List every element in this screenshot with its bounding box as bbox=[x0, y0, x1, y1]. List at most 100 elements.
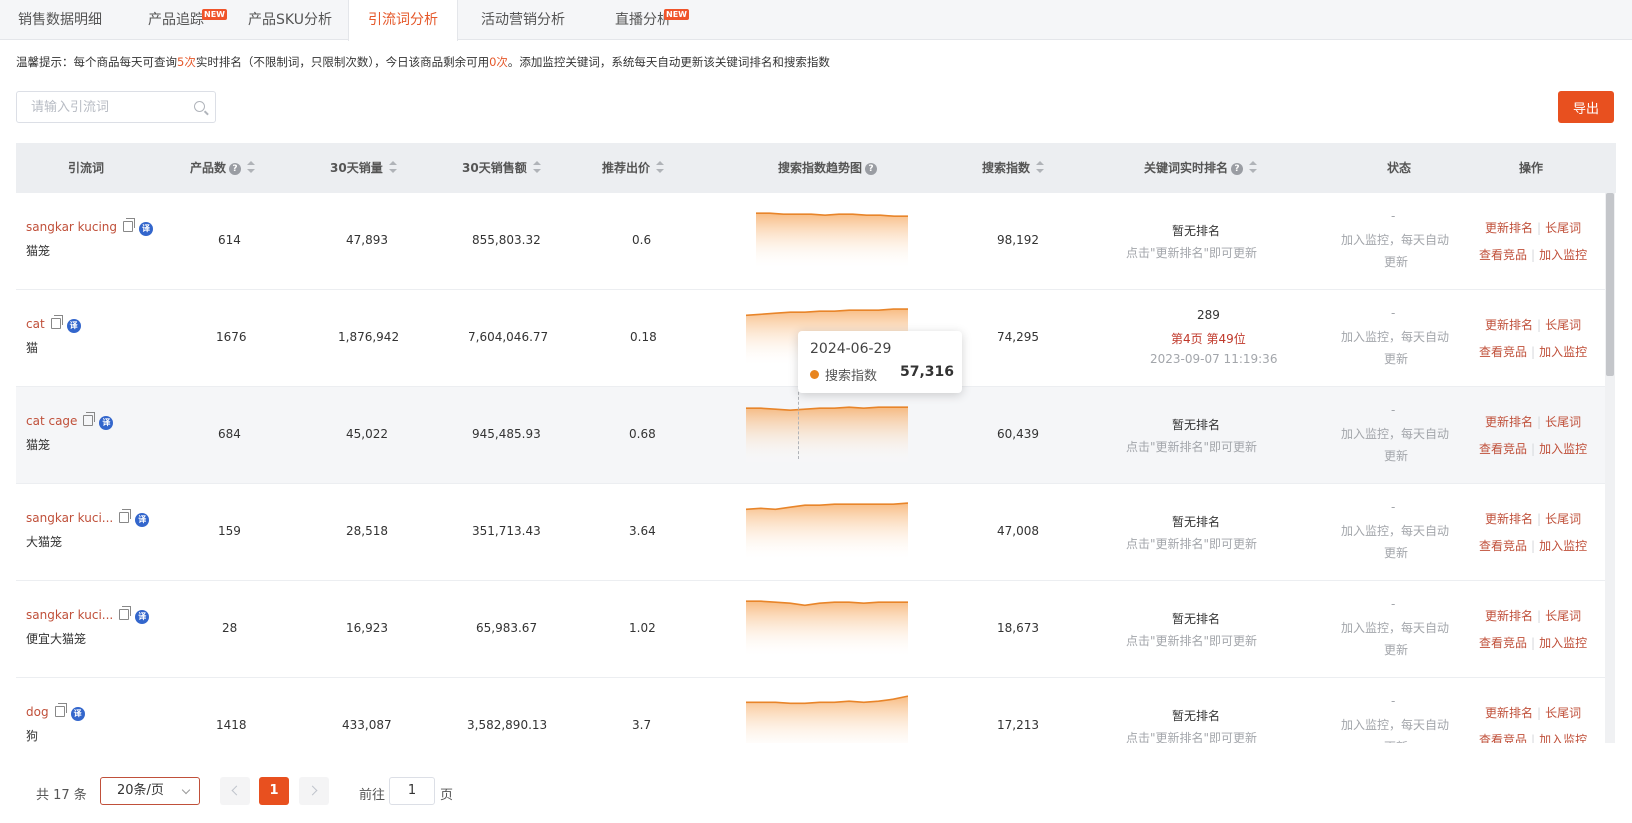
update-rank-link[interactable]: 更新排名 bbox=[1485, 512, 1533, 526]
col-label: 引流词 bbox=[68, 161, 105, 175]
col-index[interactable]: 搜索指数 bbox=[982, 143, 1045, 193]
add-monitor-link[interactable]: 加入监控 bbox=[1539, 733, 1587, 743]
col-ops: 操作 bbox=[1519, 143, 1543, 193]
view-competitors-link[interactable]: 查看竞品 bbox=[1479, 442, 1527, 456]
view-competitors-link[interactable]: 查看竞品 bbox=[1479, 539, 1527, 553]
copy-icon[interactable] bbox=[54, 703, 67, 717]
current-page[interactable]: 1 bbox=[259, 777, 289, 805]
search-icon[interactable] bbox=[194, 101, 205, 112]
revenue-30d: 855,803.32 bbox=[472, 233, 541, 247]
status-hint: 更新 bbox=[1384, 255, 1409, 269]
copy-icon[interactable] bbox=[119, 606, 132, 620]
keyword-cell: dog 译 bbox=[26, 703, 85, 721]
longtail-link[interactable]: 长尾词 bbox=[1545, 609, 1581, 623]
copy-icon[interactable] bbox=[50, 315, 63, 329]
add-monitor-link[interactable]: 加入监控 bbox=[1539, 248, 1587, 262]
sales-30d: 28,518 bbox=[346, 524, 388, 538]
sort-icon[interactable] bbox=[247, 161, 256, 173]
view-competitors-link[interactable]: 查看竞品 bbox=[1479, 345, 1527, 359]
keyword-search-input[interactable] bbox=[31, 92, 191, 122]
longtail-link[interactable]: 长尾词 bbox=[1545, 415, 1581, 429]
translate-icon[interactable]: 译 bbox=[70, 707, 85, 721]
next-page-button[interactable] bbox=[299, 777, 329, 805]
keyword-link[interactable]: cat cage bbox=[26, 414, 77, 428]
add-monitor-link[interactable]: 加入监控 bbox=[1539, 345, 1587, 359]
table-header: 引流词 产品数? 30天销量 30天销售额 推荐出价 搜索指数趋势图? 搜索指数… bbox=[16, 143, 1616, 193]
quota-tip: 温馨提示：每个商品每天可查询5次实时排名（不限制词，只限制次数），今日该商品剩余… bbox=[16, 54, 830, 70]
keyword-link[interactable]: cat bbox=[26, 317, 45, 331]
keyword-link[interactable]: dog bbox=[26, 705, 49, 719]
view-competitors-link[interactable]: 查看竞品 bbox=[1479, 636, 1527, 650]
sort-icon[interactable] bbox=[656, 161, 665, 173]
search-index: 17,213 bbox=[997, 718, 1039, 732]
export-button[interactable]: 导出 bbox=[1558, 91, 1614, 123]
longtail-link[interactable]: 长尾词 bbox=[1545, 318, 1581, 332]
sort-icon[interactable] bbox=[1249, 161, 1258, 173]
update-rank-link[interactable]: 更新排名 bbox=[1485, 609, 1533, 623]
add-monitor-link[interactable]: 加入监控 bbox=[1539, 539, 1587, 553]
table-row: dog 译 狗 1418 433,087 3,582,890.13 3.7 17,… bbox=[16, 678, 1607, 743]
copy-icon[interactable] bbox=[83, 412, 96, 426]
help-icon[interactable]: ? bbox=[1231, 163, 1244, 175]
search-trend-sparkline[interactable] bbox=[746, 592, 908, 656]
recommended-bid: 0.6 bbox=[632, 233, 652, 247]
new-badge: NEW bbox=[664, 9, 689, 20]
sort-icon[interactable] bbox=[532, 161, 541, 173]
sort-icon[interactable] bbox=[388, 161, 397, 173]
col-revenue30[interactable]: 30天销售额 bbox=[462, 143, 541, 193]
view-competitors-link[interactable]: 查看竞品 bbox=[1479, 733, 1527, 743]
keyword-cell: cat 译 bbox=[26, 315, 81, 333]
longtail-link[interactable]: 长尾词 bbox=[1545, 512, 1581, 526]
translate-icon[interactable]: 译 bbox=[139, 222, 154, 236]
search-trend-sparkline[interactable] bbox=[746, 689, 908, 743]
translate-icon[interactable]: 译 bbox=[135, 610, 150, 624]
table-row: sangkar kucing 译 猫笼 614 47,893 855,803.32… bbox=[16, 193, 1607, 290]
status-hint: 更新 bbox=[1384, 449, 1409, 463]
sort-icon[interactable] bbox=[1036, 161, 1045, 173]
longtail-link[interactable]: 长尾词 bbox=[1545, 221, 1581, 235]
search-trend-sparkline[interactable] bbox=[756, 204, 908, 268]
view-competitors-link[interactable]: 查看竞品 bbox=[1479, 248, 1527, 262]
col-label: 搜索指数趋势图 bbox=[778, 161, 863, 175]
daily-query-count: 5次 bbox=[177, 55, 196, 69]
translate-icon[interactable]: 译 bbox=[66, 319, 81, 333]
goto-page-input[interactable]: 1 bbox=[389, 777, 435, 805]
keyword-link[interactable]: sangkar kuci... bbox=[26, 608, 113, 622]
col-rank[interactable]: 关键词实时排名? bbox=[1144, 143, 1258, 193]
longtail-link[interactable]: 长尾词 bbox=[1545, 706, 1581, 720]
tab-campaign-analysis[interactable]: 活动营销分析 bbox=[458, 0, 588, 40]
tab-traffic-keywords[interactable]: 引流词分析 bbox=[348, 0, 458, 41]
translate-icon[interactable]: 译 bbox=[99, 416, 114, 430]
copy-icon[interactable] bbox=[123, 218, 136, 232]
add-monitor-link[interactable]: 加入监控 bbox=[1539, 636, 1587, 650]
copy-icon[interactable] bbox=[119, 509, 132, 523]
tab-sku-analysis[interactable]: 产品SKU分析 bbox=[232, 0, 348, 40]
search-trend-sparkline[interactable] bbox=[746, 398, 908, 462]
col-status: 状态 bbox=[1387, 143, 1411, 193]
tab-live-analysis[interactable]: 直播分析 NEW bbox=[588, 0, 698, 40]
col-sales30[interactable]: 30天销量 bbox=[330, 143, 397, 193]
help-icon[interactable]: ? bbox=[865, 163, 878, 175]
status-hint: 加入监控，每天自动 bbox=[1341, 524, 1450, 538]
rank-hint: 点击"更新排名"即可更新 bbox=[1126, 537, 1258, 551]
tab-sales-detail[interactable]: 销售数据明细 bbox=[0, 0, 120, 40]
translate-icon[interactable]: 译 bbox=[135, 513, 150, 527]
keyword-link[interactable]: sangkar kucing bbox=[26, 220, 117, 234]
keyword-cell: cat cage 译 bbox=[26, 412, 114, 430]
update-rank-link[interactable]: 更新排名 bbox=[1485, 221, 1533, 235]
prev-page-button[interactable] bbox=[220, 777, 250, 805]
col-products[interactable]: 产品数? bbox=[190, 143, 256, 193]
realtime-rank: 暂无排名 bbox=[1172, 515, 1221, 529]
page-size-select[interactable]: 20条/页 bbox=[100, 777, 200, 805]
search-trend-sparkline[interactable] bbox=[746, 495, 908, 559]
add-monitor-link[interactable]: 加入监控 bbox=[1539, 442, 1587, 456]
update-rank-link[interactable]: 更新排名 bbox=[1485, 318, 1533, 332]
tab-product-tracking[interactable]: 产品追踪 NEW bbox=[120, 0, 232, 40]
keyword-link[interactable]: sangkar kuci... bbox=[26, 511, 113, 525]
scrollbar-thumb[interactable] bbox=[1606, 193, 1614, 376]
help-icon[interactable]: ? bbox=[229, 163, 242, 175]
col-bid[interactable]: 推荐出价 bbox=[602, 143, 665, 193]
update-rank-link[interactable]: 更新排名 bbox=[1485, 706, 1533, 720]
update-rank-link[interactable]: 更新排名 bbox=[1485, 415, 1533, 429]
tab-label: 活动营销分析 bbox=[481, 12, 565, 28]
